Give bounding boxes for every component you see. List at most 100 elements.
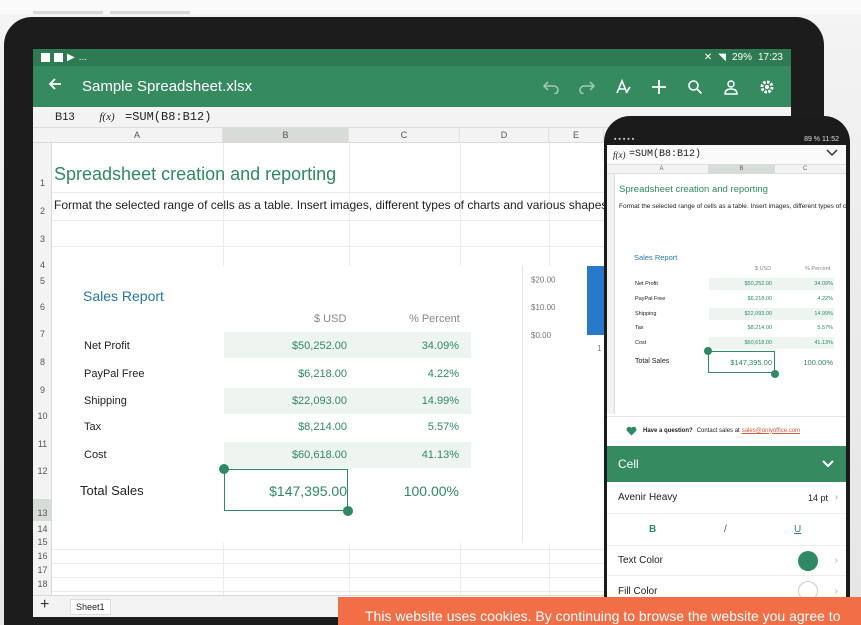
selection-handle-top-left[interactable]	[704, 347, 712, 355]
report-row-pct[interactable]: 4.22%	[777, 296, 833, 302]
row-header[interactable]: 12	[33, 466, 52, 476]
report-row-usd[interactable]: $60,618.00	[224, 449, 347, 461]
report-row-usd[interactable]: $8,214.00	[709, 325, 772, 331]
row-header[interactable]: 13	[33, 499, 52, 521]
redo-icon[interactable]	[569, 72, 605, 102]
column-header[interactable]: C	[349, 128, 460, 143]
report-row-usd[interactable]: $6,218.00	[224, 368, 347, 380]
total-sales-percent[interactable]: 100.00%	[777, 358, 833, 367]
report-row-label[interactable]: PayPal Free	[635, 296, 665, 302]
user-icon[interactable]	[713, 72, 749, 102]
row-header[interactable]: 11	[33, 439, 52, 449]
report-row-pct[interactable]: 5.57%	[352, 421, 459, 433]
report-row-usd[interactable]: $22,093.00	[709, 311, 772, 317]
function-icon[interactable]: f(x)	[93, 111, 121, 123]
formula-input[interactable]: =SUM(B8:B12)	[125, 110, 211, 124]
usd-header[interactable]: $ USD	[314, 313, 346, 325]
underline-button[interactable]: U	[794, 524, 801, 535]
report-row-pct[interactable]: 14.99%	[777, 311, 833, 317]
gear-icon[interactable]	[749, 72, 785, 102]
row-header[interactable]: 2	[33, 206, 52, 216]
total-sales-value[interactable]: $147,395.00	[224, 483, 347, 499]
report-row-pct[interactable]: 14.99%	[352, 395, 459, 407]
report-row-pct[interactable]: 34.09%	[777, 281, 833, 287]
row-header[interactable]: 6	[33, 302, 52, 312]
sheet-subtitle[interactable]: Format the selected range of cells as a …	[54, 198, 607, 212]
row-header[interactable]: 15	[33, 537, 52, 547]
row-header[interactable]: 3	[33, 234, 52, 244]
sheet-title[interactable]: Spreadsheet creation and reporting	[619, 184, 768, 195]
report-row-label[interactable]: Net Profit	[635, 281, 658, 287]
selection-handle-top-left[interactable]	[219, 464, 229, 474]
report-row-label[interactable]: Shipping	[84, 395, 127, 407]
add-icon[interactable]	[641, 72, 677, 102]
column-header[interactable]: D	[460, 128, 549, 143]
sales-email-link[interactable]: sales@onlyoffice.com	[742, 428, 800, 434]
row-header[interactable]: 10	[33, 411, 52, 421]
column-header[interactable]: A	[52, 128, 223, 143]
usd-header[interactable]: $ USD	[755, 266, 771, 272]
column-header[interactable]: A	[615, 165, 708, 174]
report-row-pct[interactable]: 34.09%	[352, 340, 459, 352]
text-color-row[interactable]: Text Color ›	[607, 546, 846, 576]
function-icon[interactable]: f(x)	[607, 150, 629, 160]
report-row-usd[interactable]: $50,252.00	[224, 340, 347, 352]
font-row[interactable]: Avenir Heavy 14 pt ›	[607, 482, 846, 514]
total-sales-percent[interactable]: 100.00%	[352, 483, 459, 499]
report-row-usd[interactable]: $50,252.00	[709, 281, 772, 287]
report-row-label[interactable]: Tax	[84, 421, 101, 433]
report-row-pct[interactable]: 41.13%	[352, 449, 459, 461]
report-row-usd[interactable]: $6,218.00	[709, 296, 772, 302]
selection-handle-bottom-right[interactable]	[343, 506, 353, 516]
report-row-pct[interactable]: 4.22%	[352, 368, 459, 380]
report-title[interactable]: Sales Report	[634, 253, 677, 262]
row-header[interactable]: 16	[33, 551, 52, 561]
row-header[interactable]: 4	[33, 260, 52, 270]
report-row-label[interactable]: Shipping	[635, 311, 656, 317]
column-header[interactable]: E	[549, 128, 604, 143]
row-header[interactable]: 5	[33, 276, 52, 286]
total-sales-value[interactable]: $147,395.00	[708, 358, 772, 367]
row-header[interactable]: 8	[33, 357, 52, 367]
column-header[interactable]: B	[708, 165, 775, 174]
formula-input[interactable]: =SUM(B8:B12)	[629, 149, 701, 160]
report-row-pct[interactable]: 5.57%	[777, 325, 833, 331]
selection-handle-bottom-right[interactable]	[771, 370, 779, 378]
row-header[interactable]: 7	[33, 329, 52, 339]
bold-button[interactable]: B	[649, 524, 656, 535]
report-row-usd[interactable]: $22,093.00	[224, 395, 347, 407]
cell-reference[interactable]: B13	[33, 111, 93, 123]
report-row-usd[interactable]: $8,214.00	[224, 421, 347, 433]
row-header[interactable]: 14	[33, 524, 52, 534]
sheet-tab[interactable]: Sheet1	[70, 599, 111, 615]
back-arrow-icon[interactable]	[37, 76, 73, 97]
report-row-label[interactable]: Cost	[635, 340, 646, 346]
cell-panel-header[interactable]: Cell	[607, 446, 846, 482]
percent-header[interactable]: % Percent	[409, 313, 460, 325]
cookie-banner[interactable]: This website uses cookies. By continuing…	[338, 597, 861, 625]
row-header[interactable]: 18	[33, 579, 52, 589]
text-format-icon[interactable]	[605, 72, 641, 102]
total-sales-label[interactable]: Total Sales	[80, 483, 144, 498]
row-header[interactable]: 17	[33, 565, 52, 575]
total-sales-label[interactable]: Total Sales	[635, 358, 669, 365]
sheet-title[interactable]: Spreadsheet creation and reporting	[54, 164, 336, 185]
search-icon[interactable]	[677, 72, 713, 102]
report-row-label[interactable]: Tax	[635, 325, 644, 331]
chevron-down-icon[interactable]	[822, 457, 834, 471]
sheet-subtitle[interactable]: Format the selected range of cells as a …	[619, 203, 846, 210]
percent-header[interactable]: % Percent	[805, 266, 830, 272]
italic-button[interactable]: /	[724, 524, 727, 535]
report-row-label[interactable]: Cost	[84, 449, 107, 461]
row-header[interactable]: 1	[33, 178, 52, 188]
report-row-usd[interactable]: $60,618.00	[709, 340, 772, 346]
row-header[interactable]: 9	[33, 385, 52, 395]
report-row-label[interactable]: PayPal Free	[84, 368, 145, 380]
undo-icon[interactable]	[533, 72, 569, 102]
report-row-label[interactable]: Net Profit	[84, 340, 130, 352]
column-header[interactable]: C	[775, 165, 835, 174]
chevron-down-icon[interactable]	[826, 149, 838, 160]
add-sheet-icon[interactable]: +	[40, 596, 49, 614]
report-row-pct[interactable]: 41.13%	[777, 340, 833, 346]
report-title[interactable]: Sales Report	[83, 288, 164, 304]
